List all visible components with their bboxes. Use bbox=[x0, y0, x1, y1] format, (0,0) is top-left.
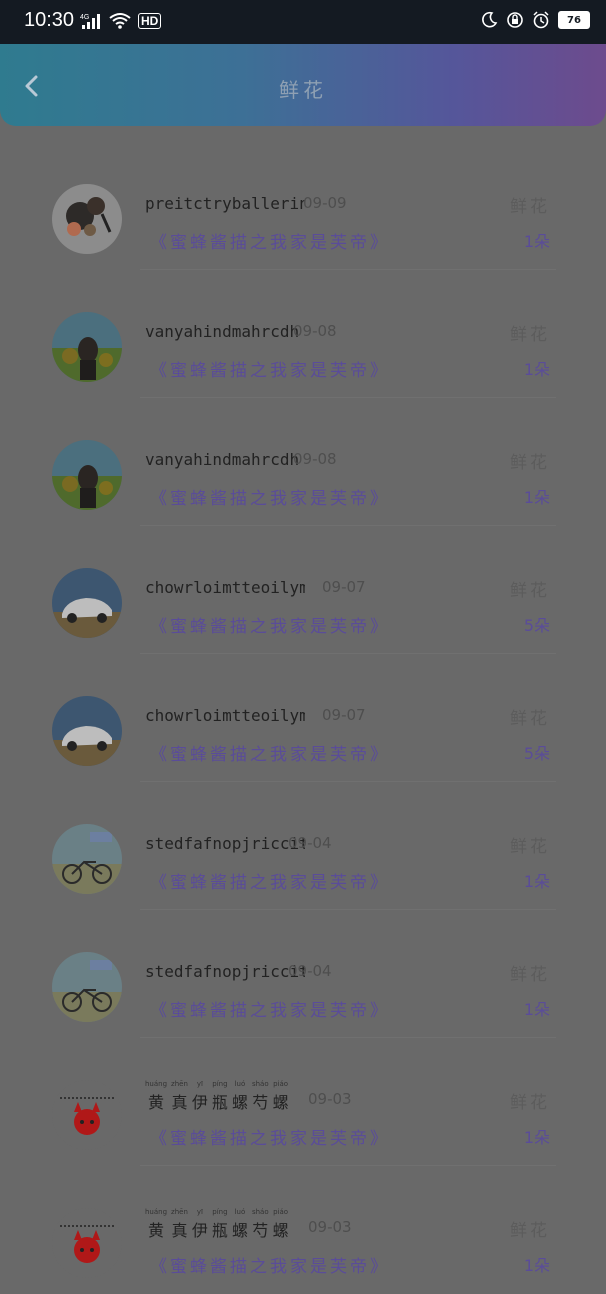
avatar[interactable] bbox=[52, 440, 122, 510]
gift-count: 1朵 bbox=[523, 232, 550, 251]
list-item[interactable]: vanyahindmahrcdh 09-08 鲜花 《蜜蜂酱描之我家是芙帝》 1… bbox=[0, 270, 606, 398]
sender-name: chowrloimtteoilym… bbox=[145, 706, 305, 725]
gift-type-label: 鲜花 bbox=[510, 837, 550, 857]
song-title: 《蜜蜂酱描之我家是芙帝》 bbox=[150, 361, 390, 381]
list-item[interactable]: stedfafnopjriccit 09-04 鲜花 《蜜蜂酱描之我家是芙帝》 … bbox=[0, 910, 606, 1038]
status-icons-left: 4G HD bbox=[80, 12, 162, 30]
send-date: 09-08 bbox=[293, 322, 337, 340]
gift-type-label: 鲜花 bbox=[510, 325, 550, 345]
avatar[interactable] bbox=[52, 184, 122, 254]
song-title: 《蜜蜂酱描之我家是芙帝》 bbox=[150, 873, 390, 893]
network-type: 4G bbox=[80, 14, 89, 21]
gift-type-label: 鲜花 bbox=[510, 965, 550, 985]
gift-count: 5朵 bbox=[523, 616, 550, 635]
gift-count: 1朵 bbox=[523, 1000, 550, 1019]
song-title: 《蜜蜂酱描之我家是芙帝》 bbox=[150, 1001, 390, 1021]
song-title: 《蜜蜂酱描之我家是芙帝》 bbox=[150, 489, 390, 509]
sender-name: huáng 黄 zhēn 真 yī 伊 píng 瓶 luó 螺 sháo 芍 piáo 螺 bbox=[145, 1208, 289, 1240]
app-bar: 鲜花 bbox=[0, 44, 606, 126]
gift-record-list: preitctryballerinas 09-09 鲜花 《蜜蜂酱描之我家是芙帝… bbox=[0, 142, 606, 1294]
sender-name: vanyahindmahrcdh bbox=[145, 450, 300, 469]
sender-name: stedfafnopjriccit bbox=[145, 834, 305, 853]
song-title: 《蜜蜂酱描之我家是芙帝》 bbox=[150, 1257, 390, 1277]
gift-type-label: 鲜花 bbox=[510, 1093, 550, 1113]
wifi-icon bbox=[109, 13, 131, 29]
gift-count: 1朵 bbox=[523, 488, 550, 507]
sender-name: huáng 黄 zhēn 真 yī 伊 píng 瓶 luó 螺 sháo 芍 piáo 螺 bbox=[145, 1080, 289, 1112]
gift-count: 1朵 bbox=[523, 1256, 550, 1275]
gift-count: 5朵 bbox=[523, 744, 550, 763]
send-date: 09-04 bbox=[288, 834, 332, 852]
avatar[interactable] bbox=[52, 568, 122, 638]
list-item[interactable]: huáng 黄 zhēn 真 yī 伊 píng 瓶 luó 螺 sháo 芍 piáo 螺 … bbox=[0, 1038, 606, 1166]
song-title: 《蜜蜂酱描之我家是芙帝》 bbox=[150, 1129, 390, 1149]
moon-icon bbox=[482, 11, 498, 28]
gift-count: 1朵 bbox=[523, 872, 550, 891]
song-title: 《蜜蜂酱描之我家是芙帝》 bbox=[150, 233, 390, 253]
list-item[interactable]: vanyahindmahrcdh 09-08 鲜花 《蜜蜂酱描之我家是芙帝》 1… bbox=[0, 398, 606, 526]
lock-rotation-icon bbox=[507, 12, 523, 28]
send-date: 09-03 bbox=[308, 1218, 352, 1236]
status-icons-right: 76 bbox=[480, 11, 606, 29]
avatar[interactable] bbox=[52, 696, 122, 766]
send-date: 09-08 bbox=[293, 450, 337, 468]
hd-badge: HD bbox=[138, 13, 162, 29]
list-item[interactable]: stedfafnopjriccit 09-04 鲜花 《蜜蜂酱描之我家是芙帝》 … bbox=[0, 782, 606, 910]
gift-type-label: 鲜花 bbox=[510, 1221, 550, 1241]
sender-name: preitctryballerinas bbox=[145, 194, 305, 213]
song-title: 《蜜蜂酱描之我家是芙帝》 bbox=[150, 745, 390, 765]
send-date: 09-04 bbox=[288, 962, 332, 980]
gift-type-label: 鲜花 bbox=[510, 197, 550, 217]
gift-count: 1朵 bbox=[523, 360, 550, 379]
sender-name: stedfafnopjriccit bbox=[145, 962, 305, 981]
battery-indicator: 76 bbox=[558, 11, 590, 29]
list-item[interactable]: preitctryballerinas 09-09 鲜花 《蜜蜂酱描之我家是芙帝… bbox=[0, 142, 606, 270]
signal-icon: 4G bbox=[80, 14, 100, 29]
gift-count: 1朵 bbox=[523, 1128, 550, 1147]
page-title: 鲜花 bbox=[279, 78, 327, 102]
song-title: 《蜜蜂酱描之我家是芙帝》 bbox=[150, 617, 390, 637]
sender-name: vanyahindmahrcdh bbox=[145, 322, 300, 341]
list-item[interactable]: huáng 黄 zhēn 真 yī 伊 píng 瓶 luó 螺 sháo 芍 piáo 螺 … bbox=[0, 1166, 606, 1294]
gift-type-label: 鲜花 bbox=[510, 709, 550, 729]
send-date: 09-03 bbox=[308, 1090, 352, 1108]
sender-name: chowrloimtteoilym… bbox=[145, 578, 305, 597]
avatar[interactable] bbox=[52, 824, 122, 894]
status-bar: 10:30 4G HD 76 bbox=[0, 0, 606, 44]
status-time: 10:30 bbox=[24, 9, 75, 31]
send-date: 09-07 bbox=[322, 578, 366, 596]
avatar[interactable] bbox=[52, 1080, 122, 1150]
gift-type-label: 鲜花 bbox=[510, 581, 550, 601]
send-date: 09-09 bbox=[303, 194, 347, 212]
avatar[interactable] bbox=[52, 312, 122, 382]
alarm-icon bbox=[533, 11, 549, 29]
send-date: 09-07 bbox=[322, 706, 366, 724]
list-item[interactable]: chowrloimtteoilym… 09-07 鲜花 《蜜蜂酱描之我家是芙帝》… bbox=[0, 526, 606, 654]
avatar[interactable] bbox=[52, 1208, 122, 1278]
avatar[interactable] bbox=[52, 952, 122, 1022]
gift-type-label: 鲜花 bbox=[510, 453, 550, 473]
list-item[interactable]: chowrloimtteoilym… 09-07 鲜花 《蜜蜂酱描之我家是芙帝》… bbox=[0, 654, 606, 782]
